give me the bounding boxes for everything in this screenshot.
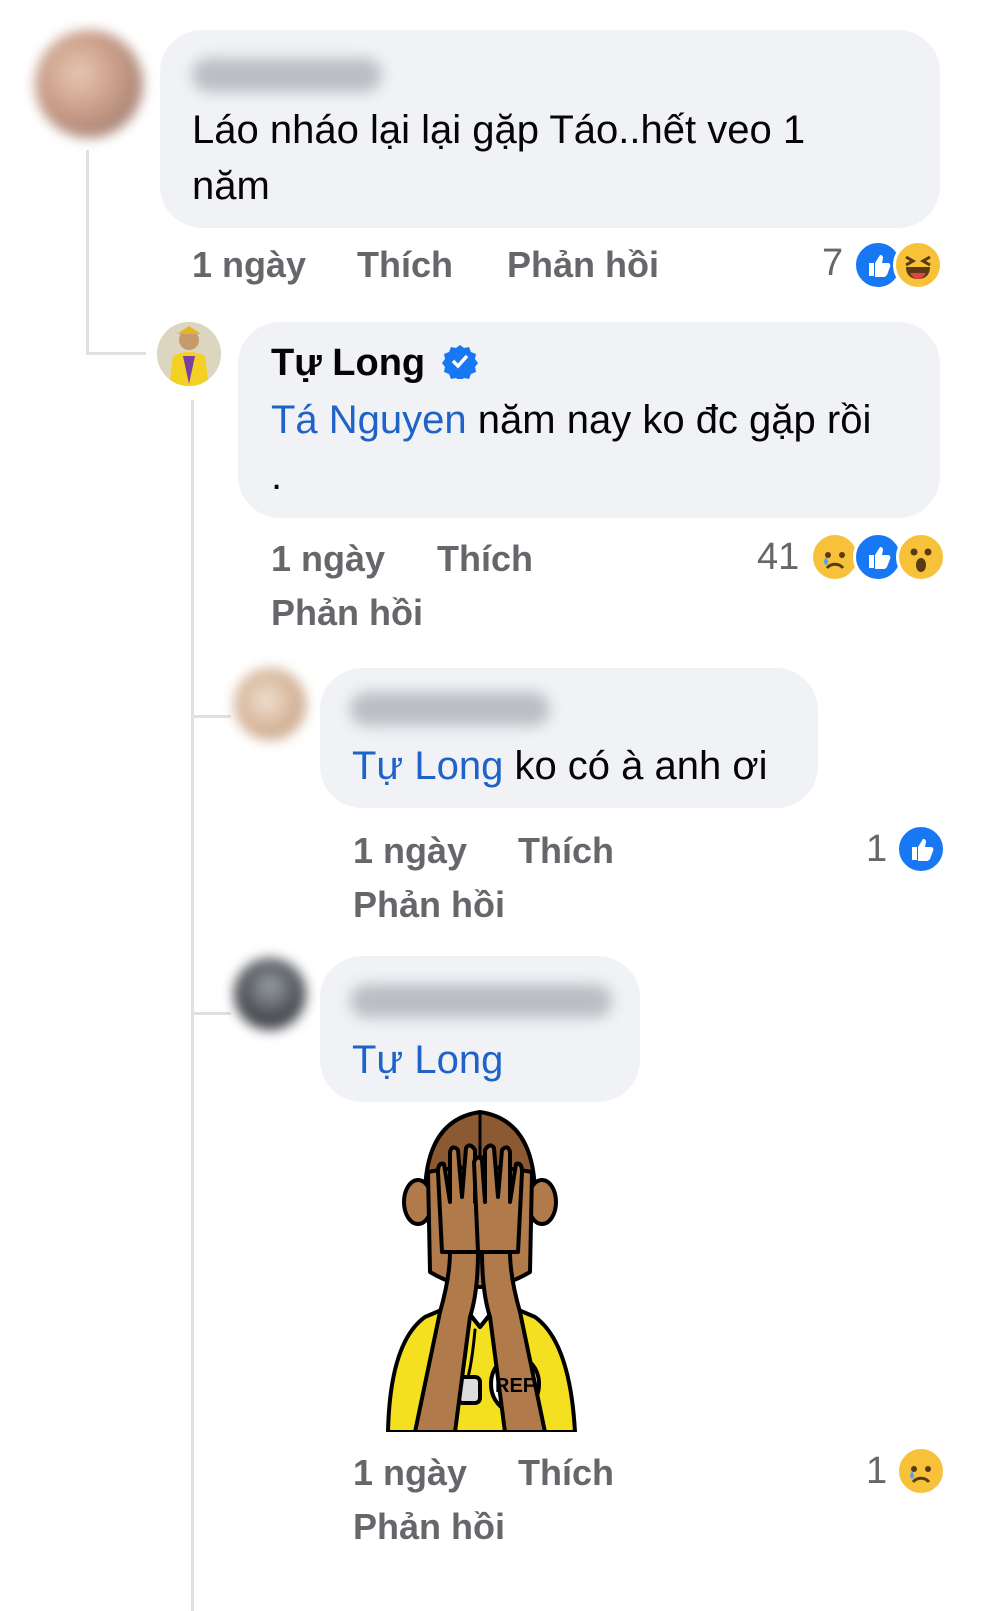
- comment-timestamp[interactable]: 1 ngày: [353, 830, 467, 872]
- thread-line-main-curve: [86, 352, 146, 355]
- comment-author-name[interactable]: [192, 58, 382, 92]
- referee-covering-eyes-sticker[interactable]: REF: [380, 1102, 580, 1434]
- sad-icon[interactable]: [896, 1446, 946, 1496]
- haha-icon[interactable]: [893, 240, 943, 290]
- thread-line-main: [86, 150, 89, 355]
- reaction-count[interactable]: 7: [822, 242, 843, 285]
- thread-line-reply: [191, 400, 194, 1611]
- comment-timestamp[interactable]: 1 ngày: [353, 1452, 467, 1494]
- reply-button[interactable]: Phản hồi: [507, 244, 659, 286]
- mention-link[interactable]: Tự Long: [352, 744, 503, 788]
- thread-line-reply-branch-1: [191, 715, 231, 718]
- comment-bubble: Tự Long: [320, 956, 640, 1102]
- comment-author-name[interactable]: [350, 984, 612, 1018]
- verified-badge-icon: [441, 343, 478, 381]
- like-button[interactable]: Thích: [437, 538, 533, 580]
- comment-timestamp[interactable]: 1 ngày: [271, 538, 385, 580]
- like-button[interactable]: Thích: [518, 1452, 614, 1494]
- comment-bubble: Láo nháo lại lại gặp Táo..hết veo 1 năm: [160, 30, 940, 228]
- sticker-badge-text: REF: [495, 1375, 535, 1397]
- author-name-text[interactable]: Tự Long: [271, 342, 425, 384]
- reaction-count[interactable]: 41: [757, 536, 799, 579]
- reaction-count[interactable]: 1: [866, 828, 887, 871]
- comment-text: Tá Nguyen năm nay ko đc gặp rồi .: [271, 392, 881, 504]
- reply-button[interactable]: Phản hồi: [353, 884, 505, 926]
- comment-timestamp[interactable]: 1 ngày: [192, 244, 306, 286]
- thread-line-reply-branch-2: [191, 1012, 231, 1015]
- like-button[interactable]: Thích: [357, 244, 453, 286]
- comment-bubble: Tự Long Tá Nguyen năm nay ko đc gặp rồi …: [238, 322, 940, 518]
- comment-text-body: ko có à anh ơi: [514, 744, 768, 788]
- wow-icon[interactable]: [896, 532, 946, 582]
- avatar[interactable]: [234, 958, 306, 1030]
- reaction-count[interactable]: 1: [866, 1450, 887, 1493]
- mention-link[interactable]: Tá Nguyen: [271, 398, 467, 442]
- mention-link[interactable]: Tự Long: [352, 1038, 503, 1082]
- avatar[interactable]: [157, 322, 221, 386]
- comment-text: Tự Long: [352, 1032, 503, 1088]
- reply-button[interactable]: Phản hồi: [353, 1506, 505, 1548]
- comment-author-name[interactable]: Tự Long: [271, 342, 478, 385]
- comment-text: Tự Long ko có à anh ơi: [352, 738, 767, 794]
- comment-bubble: Tự Long ko có à anh ơi: [320, 668, 818, 808]
- reply-button[interactable]: Phản hồi: [271, 592, 423, 634]
- avatar[interactable]: [35, 30, 143, 138]
- avatar[interactable]: [234, 668, 306, 740]
- comment-author-name[interactable]: [350, 692, 550, 726]
- like-button[interactable]: Thích: [518, 830, 614, 872]
- comment-text: Láo nháo lại lại gặp Táo..hết veo 1 năm: [192, 108, 806, 208]
- like-icon[interactable]: [896, 824, 946, 874]
